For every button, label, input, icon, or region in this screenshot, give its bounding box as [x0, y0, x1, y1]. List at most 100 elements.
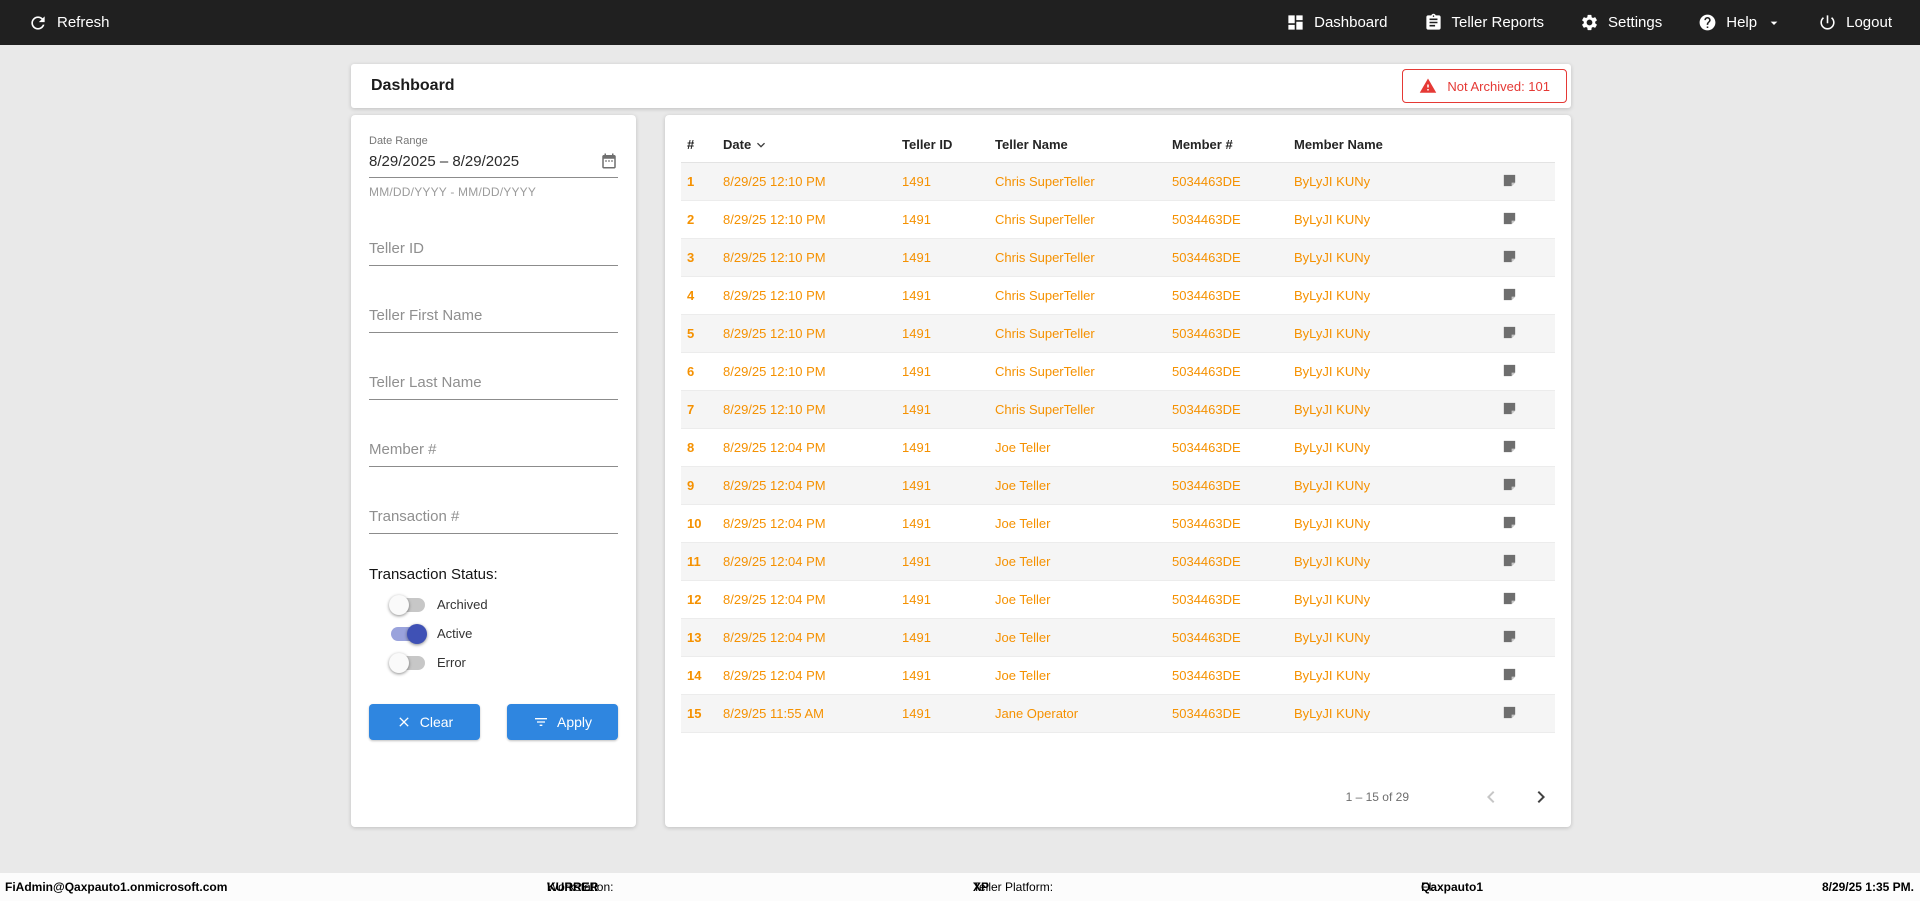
row-member-num: 5034463DE	[1172, 554, 1241, 569]
note-icon[interactable]	[1501, 628, 1518, 645]
toggle-archived[interactable]: Archived	[369, 594, 618, 615]
current-datetime: 8/29/25 1:35 PM.	[1821, 880, 1914, 894]
row-date: 8/29/25 12:04 PM	[723, 592, 826, 607]
status-bar: FiAdmin@Qaxpauto1.onmicrosoft.com Workst…	[0, 873, 1920, 901]
table-row[interactable]: 11 8/29/25 12:04 PM 1491 Joe Teller 5034…	[681, 543, 1555, 581]
row-teller-name: Chris SuperTeller	[995, 402, 1095, 417]
nav-logout[interactable]: Logout	[1818, 13, 1892, 32]
error-switch[interactable]	[389, 652, 425, 673]
table-row[interactable]: 9 8/29/25 12:04 PM 1491 Joe Teller 50344…	[681, 467, 1555, 505]
logged-in-user: FiAdmin@Qaxpauto1.onmicrosoft.com	[5, 880, 228, 894]
nav-teller-reports[interactable]: Teller Reports	[1424, 13, 1544, 32]
nav-help[interactable]: Help	[1698, 13, 1782, 32]
row-teller-name: Joe Teller	[995, 516, 1051, 531]
nav-settings[interactable]: Settings	[1580, 13, 1662, 32]
next-page-icon[interactable]	[1529, 785, 1553, 809]
note-icon[interactable]	[1501, 476, 1518, 493]
table-row[interactable]: 15 8/29/25 11:55 AM 1491 Jane Operator 5…	[681, 695, 1555, 733]
row-number: 2	[687, 212, 695, 227]
table-row[interactable]: 13 8/29/25 12:04 PM 1491 Joe Teller 5034…	[681, 619, 1555, 657]
table-row[interactable]: 10 8/29/25 12:04 PM 1491 Joe Teller 5034…	[681, 505, 1555, 543]
toggle-active[interactable]: Active	[369, 623, 618, 644]
row-member-name: ByLyJI KUNy	[1294, 516, 1371, 531]
teller-last-name-input[interactable]	[369, 368, 618, 400]
table-row[interactable]: 6 8/29/25 12:10 PM 1491 Chris SuperTelle…	[681, 353, 1555, 391]
nav-dashboard[interactable]: Dashboard	[1286, 13, 1388, 32]
row-teller-id: 1491	[902, 516, 931, 531]
col-teller-name[interactable]: Teller Name	[995, 137, 1172, 152]
table-row[interactable]: 8 8/29/25 12:04 PM 1491 Joe Teller 50344…	[681, 429, 1555, 467]
col-member-num[interactable]: Member #	[1172, 137, 1294, 152]
note-icon[interactable]	[1501, 514, 1518, 531]
archived-switch[interactable]	[389, 594, 425, 615]
note-icon[interactable]	[1501, 172, 1518, 189]
power-icon	[1820, 15, 1835, 30]
note-icon[interactable]	[1501, 438, 1518, 455]
row-number: 13	[687, 630, 702, 645]
row-teller-id: 1491	[902, 212, 931, 227]
table-row[interactable]: 1 8/29/25 12:10 PM 1491 Chris SuperTelle…	[681, 163, 1555, 201]
table-row[interactable]: 2 8/29/25 12:10 PM 1491 Chris SuperTelle…	[681, 201, 1555, 239]
note-icon[interactable]	[1501, 590, 1518, 607]
note-icon[interactable]	[1501, 248, 1518, 265]
row-number: 5	[687, 326, 695, 341]
row-member-name: ByLyJI KUNy	[1294, 364, 1371, 379]
member-number-input[interactable]	[369, 435, 618, 467]
active-switch[interactable]	[391, 623, 427, 644]
prev-page-icon[interactable]	[1479, 785, 1503, 809]
row-number: 1	[687, 174, 695, 189]
note-icon[interactable]	[1501, 210, 1518, 227]
row-member-name: ByLyJI KUNy	[1294, 478, 1371, 493]
note-icon[interactable]	[1501, 400, 1518, 417]
row-number: 11	[687, 554, 701, 569]
row-teller-name: Joe Teller	[995, 668, 1051, 683]
row-date: 8/29/25 12:10 PM	[723, 326, 826, 341]
calendar-icon[interactable]	[600, 152, 618, 170]
table-row[interactable]: 3 8/29/25 12:10 PM 1491 Chris SuperTelle…	[681, 239, 1555, 277]
table-row[interactable]: 12 8/29/25 12:04 PM 1491 Joe Teller 5034…	[681, 581, 1555, 619]
apply-button[interactable]: Apply	[507, 704, 618, 740]
row-date: 8/29/25 12:10 PM	[723, 364, 826, 379]
row-member-num: 5034463DE	[1172, 668, 1241, 683]
note-icon[interactable]	[1501, 324, 1518, 341]
transaction-number-input[interactable]	[369, 502, 618, 534]
teller-first-name-input[interactable]	[369, 301, 618, 333]
row-teller-id: 1491	[902, 668, 931, 683]
note-icon[interactable]	[1501, 666, 1518, 683]
row-number: 4	[687, 288, 695, 303]
row-teller-id: 1491	[902, 706, 931, 721]
note-icon[interactable]	[1501, 552, 1518, 569]
workstation-status: Workstation: KURRER	[547, 880, 614, 894]
row-member-name: ByLyJI KUNy	[1294, 174, 1371, 189]
date-range-input[interactable]	[369, 152, 569, 170]
table-row[interactable]: 7 8/29/25 12:10 PM 1491 Chris SuperTelle…	[681, 391, 1555, 429]
row-teller-name: Chris SuperTeller	[995, 326, 1095, 341]
row-date: 8/29/25 12:10 PM	[723, 174, 826, 189]
row-date: 8/29/25 12:04 PM	[723, 630, 826, 645]
help-icon	[1699, 14, 1716, 31]
results-panel: # Date Teller ID Teller Name Member # Me…	[665, 115, 1571, 827]
note-icon[interactable]	[1501, 704, 1518, 721]
row-number: 14	[687, 668, 702, 683]
col-teller-id[interactable]: Teller ID	[902, 137, 995, 152]
row-member-num: 5034463DE	[1172, 402, 1241, 417]
row-teller-name: Jane Operator	[995, 706, 1079, 721]
note-icon[interactable]	[1501, 286, 1518, 303]
note-icon[interactable]	[1501, 362, 1518, 379]
row-date: 8/29/25 12:10 PM	[723, 288, 826, 303]
col-date[interactable]: Date	[723, 137, 902, 153]
table-row[interactable]: 4 8/29/25 12:10 PM 1491 Chris SuperTelle…	[681, 277, 1555, 315]
refresh-button[interactable]: Refresh	[28, 13, 110, 33]
col-member-name[interactable]: Member Name	[1294, 137, 1496, 152]
toggle-error[interactable]: Error	[369, 652, 618, 673]
row-member-name: ByLyJI KUNy	[1294, 326, 1371, 341]
row-number: 10	[687, 516, 702, 531]
row-teller-name: Joe Teller	[995, 440, 1051, 455]
table-row[interactable]: 5 8/29/25 12:10 PM 1491 Chris SuperTelle…	[681, 315, 1555, 353]
row-member-name: ByLyJI KUNy	[1294, 554, 1371, 569]
table-row[interactable]: 14 8/29/25 12:04 PM 1491 Joe Teller 5034…	[681, 657, 1555, 695]
fi-status: FI: Qaxpauto1	[1421, 880, 1484, 894]
clear-button[interactable]: Clear	[369, 704, 480, 740]
row-date: 8/29/25 12:04 PM	[723, 554, 826, 569]
teller-id-input[interactable]	[369, 234, 618, 266]
